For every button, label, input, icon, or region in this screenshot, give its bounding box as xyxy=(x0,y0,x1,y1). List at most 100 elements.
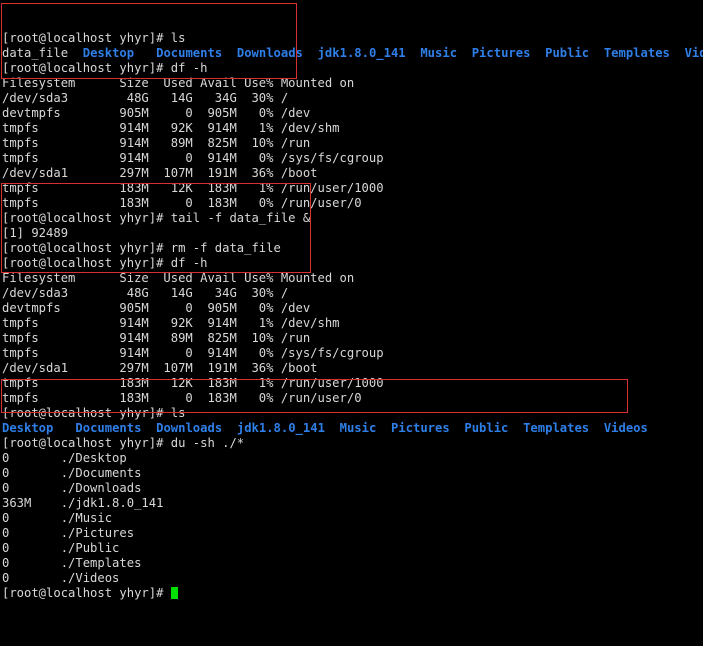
ls-entry-downloads[interactable]: Downloads xyxy=(156,421,222,435)
command-output-line: 0 ./Templates xyxy=(2,556,142,570)
terminal-line: tmpfs 914M 92K 914M 1% /dev/shm xyxy=(2,316,703,331)
terminal-line: tmpfs 914M 0 914M 0% /sys/fs/cgroup xyxy=(2,346,703,361)
command-output-line: tmpfs 183M 12K 183M 1% /run/user/1000 xyxy=(2,376,384,390)
command-output-line: tmpfs 914M 89M 825M 10% /run xyxy=(2,331,311,345)
ls-entry-videos[interactable]: Videos xyxy=(604,421,648,435)
command-output-line: /dev/sda1 297M 107M 191M 36% /boot xyxy=(2,361,318,375)
terminal-line: [root@localhost yhyr]# du -sh ./* xyxy=(2,436,703,451)
terminal-line: tmpfs 914M 89M 825M 10% /run xyxy=(2,331,703,346)
terminal-line: 0 ./Pictures xyxy=(2,526,703,541)
terminal-line: /dev/sda1 297M 107M 191M 36% /boot xyxy=(2,361,703,376)
terminal-line: 0 ./Downloads xyxy=(2,481,703,496)
command-output-line: 363M ./jdk1.8.0_141 xyxy=(2,496,164,510)
terminal-output: [root@localhost yhyr]# ls data_file Deskt… xyxy=(2,31,703,601)
ls-entry-music[interactable]: Music xyxy=(420,46,457,60)
ls-gap xyxy=(670,46,685,60)
terminal-line: [root@localhost yhyr]# ls xyxy=(2,31,703,46)
terminal-line: tmpfs 183M 0 183M 0% /run/user/0 xyxy=(2,196,703,211)
ls-entry-desktop[interactable]: Desktop xyxy=(2,421,53,435)
ls-entry-documents[interactable]: Documents xyxy=(156,46,222,60)
command-output-line: Filesystem Size Used Avail Use% Mounted … xyxy=(2,271,355,285)
ls-gap xyxy=(589,421,604,435)
command-output-line: /dev/sda3 48G 14G 34G 30% / xyxy=(2,286,289,300)
shell-prompt-line: [root@localhost yhyr]# df -h xyxy=(2,256,208,270)
command-output-line: 0 ./Downloads xyxy=(2,481,142,495)
command-output-line: 0 ./Pictures xyxy=(2,526,135,540)
ls-gap xyxy=(53,421,75,435)
terminal-line: [root@localhost yhyr]# df -h xyxy=(2,61,703,76)
ls-gap xyxy=(68,46,83,60)
ls-entry-documents[interactable]: Documents xyxy=(75,421,141,435)
command-output-line: 0 ./Public xyxy=(2,541,120,555)
terminal-line: 363M ./jdk1.8.0_141 xyxy=(2,496,703,511)
terminal-line: data_file Desktop Documents Downloads jd… xyxy=(2,46,703,61)
ls-entry-jdk1-8-0-141[interactable]: jdk1.8.0_141 xyxy=(237,421,325,435)
terminal-line: 0 ./Desktop xyxy=(2,451,703,466)
terminal-line: 0 ./Public xyxy=(2,541,703,556)
terminal-line: [root@localhost yhyr]# df -h xyxy=(2,256,703,271)
terminal-line: tmpfs 914M 0 914M 0% /sys/fs/cgroup xyxy=(2,151,703,166)
ls-gap xyxy=(141,421,156,435)
shell-prompt-line: [root@localhost yhyr]# df -h xyxy=(2,61,208,75)
terminal-line: [1] 92489 xyxy=(2,226,703,241)
ls-entry-pictures[interactable]: Pictures xyxy=(472,46,531,60)
ls-entry-jdk1-8-0-141[interactable]: jdk1.8.0_141 xyxy=(318,46,406,60)
terminal-line: Desktop Documents Downloads jdk1.8.0_141… xyxy=(2,421,703,436)
command-output-line: tmpfs 183M 0 183M 0% /run/user/0 xyxy=(2,196,362,210)
ls-gap xyxy=(222,46,237,60)
ls-gap xyxy=(134,46,156,60)
terminal-line: tmpfs 183M 12K 183M 1% /run/user/1000 xyxy=(2,376,703,391)
command-output-line: tmpfs 183M 0 183M 0% /run/user/0 xyxy=(2,391,362,405)
command-output-line: tmpfs 914M 89M 825M 10% /run xyxy=(2,136,311,150)
ls-gap xyxy=(325,421,340,435)
ls-gap xyxy=(450,421,465,435)
terminal-line: devtmpfs 905M 0 905M 0% /dev xyxy=(2,106,703,121)
command-output-line: tmpfs 914M 92K 914M 1% /dev/shm xyxy=(2,121,340,135)
ls-gap xyxy=(530,46,545,60)
shell-prompt-line: [root@localhost yhyr]# du -sh ./* xyxy=(2,436,245,450)
terminal-line: 0 ./Documents xyxy=(2,466,703,481)
ls-entry-music[interactable]: Music xyxy=(340,421,377,435)
ls-entry-templates[interactable]: Templates xyxy=(523,421,589,435)
text-cursor[interactable] xyxy=(170,587,178,599)
shell-prompt-line: [root@localhost yhyr]# xyxy=(2,586,171,600)
terminal-line: tmpfs 183M 0 183M 0% /run/user/0 xyxy=(2,391,703,406)
command-output-line: /dev/sda1 297M 107M 191M 36% /boot xyxy=(2,166,318,180)
terminal-line: /dev/sda3 48G 14G 34G 30% / xyxy=(2,286,703,301)
shell-prompt-line: [root@localhost yhyr]# rm -f data_file xyxy=(2,241,281,255)
ls-entry-public[interactable]: Public xyxy=(545,46,589,60)
command-output-line: tmpfs 914M 0 914M 0% /sys/fs/cgroup xyxy=(2,151,384,165)
command-output-line: 0 ./Desktop xyxy=(2,451,127,465)
ls-gap xyxy=(589,46,604,60)
terminal-line: /dev/sda1 297M 107M 191M 36% /boot xyxy=(2,166,703,181)
ls-entry-pictures[interactable]: Pictures xyxy=(391,421,450,435)
command-output-line: tmpfs 183M 12K 183M 1% /run/user/1000 xyxy=(2,181,384,195)
command-output-line: /dev/sda3 48G 14G 34G 30% / xyxy=(2,91,289,105)
ls-entry-data-file[interactable]: data_file xyxy=(2,46,68,60)
terminal-line: devtmpfs 905M 0 905M 0% /dev xyxy=(2,301,703,316)
ls-gap xyxy=(376,421,391,435)
command-output-line: [1] 92489 xyxy=(2,226,69,240)
ls-gap xyxy=(222,421,237,435)
command-output-line: tmpfs 914M 0 914M 0% /sys/fs/cgroup xyxy=(2,346,384,360)
ls-entry-videos[interactable]: Videos xyxy=(685,46,703,60)
ls-entry-desktop[interactable]: Desktop xyxy=(83,46,134,60)
terminal-line: tmpfs 914M 92K 914M 1% /dev/shm xyxy=(2,121,703,136)
ls-entry-downloads[interactable]: Downloads xyxy=(237,46,303,60)
terminal-line: [root@localhost yhyr]# xyxy=(2,586,703,601)
command-output-line: 0 ./Music xyxy=(2,511,113,525)
terminal-line: Filesystem Size Used Avail Use% Mounted … xyxy=(2,271,703,286)
command-output-line: 0 ./Documents xyxy=(2,466,142,480)
command-output-line: 0 ./Videos xyxy=(2,571,120,585)
command-output-line: Filesystem Size Used Avail Use% Mounted … xyxy=(2,76,355,90)
shell-prompt-line: [root@localhost yhyr]# tail -f data_file… xyxy=(2,211,311,225)
terminal-screen[interactable]: [root@localhost yhyr]# ls data_file Deskt… xyxy=(0,0,703,600)
ls-gap xyxy=(303,46,318,60)
ls-entry-public[interactable]: Public xyxy=(464,421,508,435)
terminal-line: [root@localhost yhyr]# ls xyxy=(2,406,703,421)
ls-entry-templates[interactable]: Templates xyxy=(604,46,670,60)
ls-gap xyxy=(457,46,472,60)
terminal-line: tmpfs 914M 89M 825M 10% /run xyxy=(2,136,703,151)
shell-prompt-line: [root@localhost yhyr]# ls xyxy=(2,406,186,420)
terminal-line: Filesystem Size Used Avail Use% Mounted … xyxy=(2,76,703,91)
